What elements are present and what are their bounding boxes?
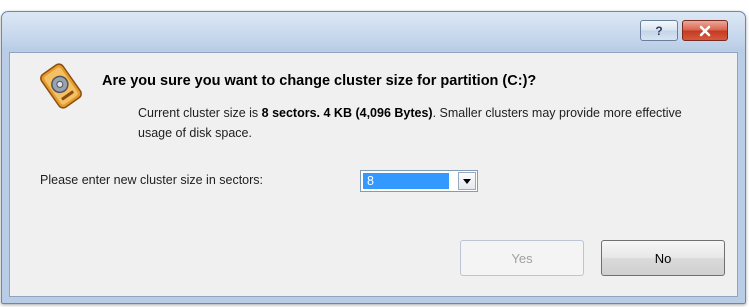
close-icon	[699, 25, 711, 36]
description-prefix: Current cluster size is	[138, 106, 262, 120]
help-button[interactable]: ?	[640, 20, 678, 41]
help-icon: ?	[655, 23, 663, 38]
dropdown-button[interactable]	[458, 172, 476, 190]
dialog-body: Are you sure you want to change cluster …	[9, 52, 738, 297]
cluster-size-description: Current cluster size is 8 sectors. 4 KB …	[138, 103, 698, 143]
disk-partition-icon	[40, 63, 82, 109]
cluster-size-value[interactable]: 8	[363, 173, 449, 189]
current-cluster-size: 8 sectors. 4 KB (4,096 Bytes)	[261, 106, 433, 120]
confirmation-question: Are you sure you want to change cluster …	[102, 73, 537, 89]
close-button[interactable]	[682, 20, 728, 41]
chevron-down-icon	[463, 178, 471, 184]
cluster-size-label: Please enter new cluster size in sectors…	[40, 173, 264, 187]
cluster-size-select[interactable]: 8	[360, 170, 478, 192]
dialog-window: ? Are you sure you want to change cluste…	[1, 11, 746, 304]
yes-button[interactable]: Yes	[460, 240, 584, 276]
title-bar[interactable]: ?	[2, 12, 745, 52]
no-button[interactable]: No	[601, 240, 725, 276]
